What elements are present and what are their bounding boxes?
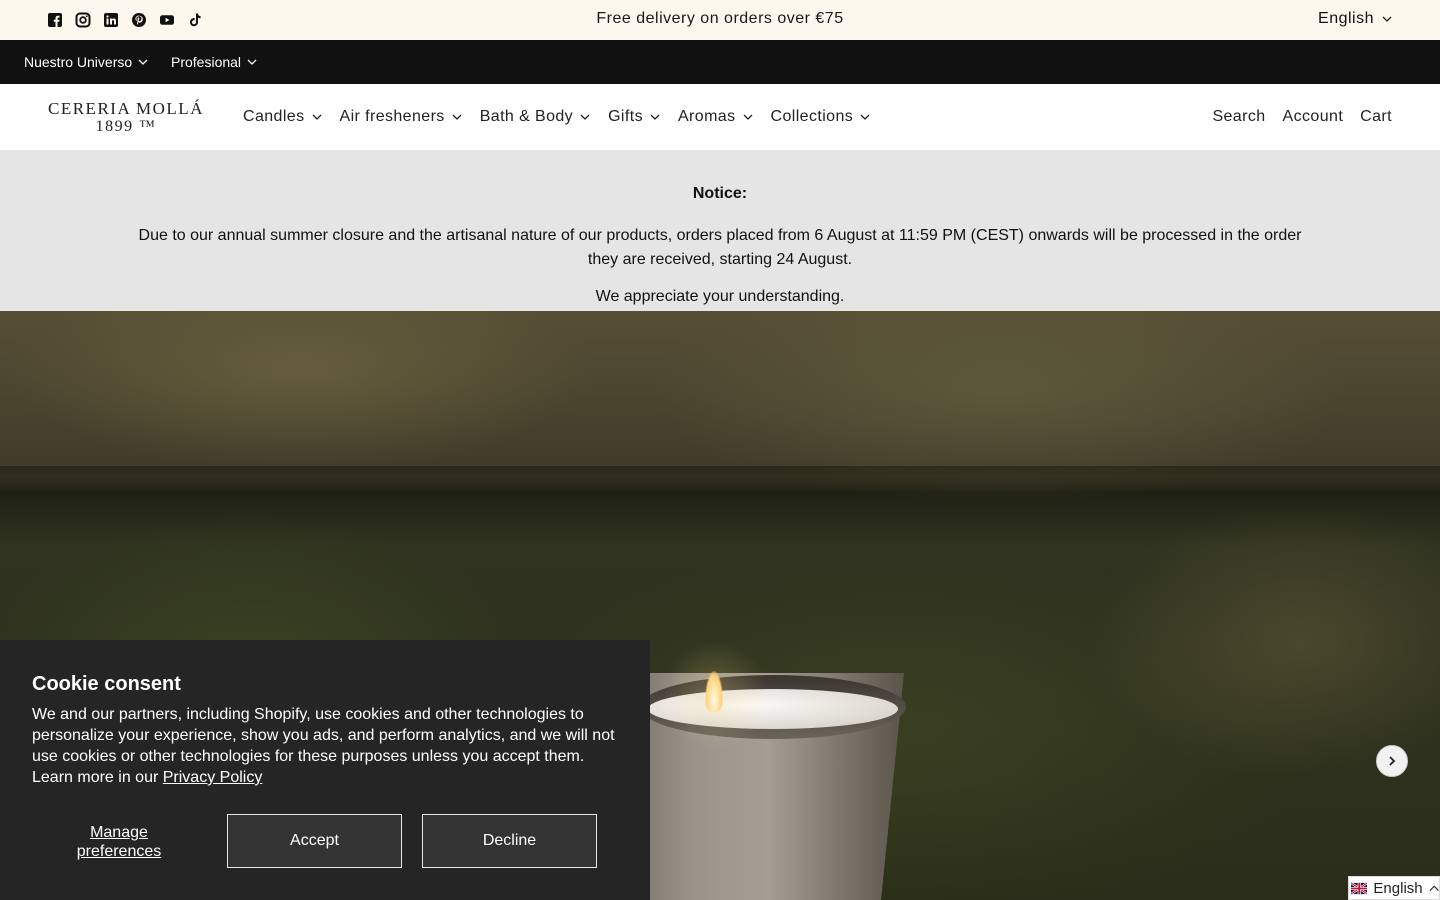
cookie-title: Cookie consent bbox=[32, 673, 181, 695]
notice-thanks: We appreciate your understanding. bbox=[595, 288, 845, 305]
secondary-nav: Nuestro Universo Profesional bbox=[0, 40, 1440, 84]
nav-aromas[interactable]: Aromas bbox=[678, 108, 753, 126]
uk-flag-icon bbox=[1351, 881, 1368, 895]
cookie-text: We and our partners, including Shopify, … bbox=[32, 704, 622, 788]
chevron-down-icon bbox=[452, 114, 462, 120]
logo-line-1: CERERIA MOLLÁ bbox=[48, 99, 204, 118]
nav-nuestro-universo[interactable]: Nuestro Universo bbox=[24, 54, 148, 70]
language-widget-label: English bbox=[1373, 879, 1423, 897]
cookie-description: We and our partners, including Shopify, … bbox=[32, 706, 615, 786]
nav-profesional[interactable]: Profesional bbox=[171, 54, 257, 70]
header-utilities: Search Account Cart bbox=[1212, 108, 1392, 126]
nav-label: Air fresheners bbox=[339, 108, 445, 125]
language-selector[interactable]: English bbox=[1318, 10, 1392, 28]
site-header: CERERIA MOLLÁ 1899 ™ Candles Air freshen… bbox=[0, 84, 1440, 151]
nav-collections[interactable]: Collections bbox=[771, 108, 871, 126]
chevron-right-icon bbox=[1389, 756, 1396, 766]
privacy-policy-link[interactable]: Privacy Policy bbox=[163, 769, 263, 786]
chevron-up-icon bbox=[1429, 885, 1439, 891]
chevron-down-icon bbox=[247, 59, 257, 65]
chevron-down-icon bbox=[650, 114, 660, 120]
nav-label: Collections bbox=[770, 108, 854, 125]
notice-body: Due to our annual summer closure and the… bbox=[138, 227, 1302, 268]
hero-image-ledge bbox=[0, 466, 1440, 496]
chevron-down-icon bbox=[580, 114, 590, 120]
manage-preferences-link[interactable]: Manage preferences bbox=[48, 823, 190, 861]
search-link[interactable]: Search bbox=[1212, 108, 1265, 126]
announcement-bar: Free delivery on orders over €75 English bbox=[0, 0, 1440, 40]
chevron-down-icon bbox=[743, 114, 752, 120]
chevron-down-icon bbox=[860, 114, 870, 120]
chevron-down-icon bbox=[312, 114, 321, 120]
notice-banner: Notice: Due to our annual summer closure… bbox=[0, 151, 1440, 311]
nav-gifts[interactable]: Gifts bbox=[608, 108, 660, 126]
nav-label: Aromas bbox=[677, 108, 736, 125]
notice-title: Notice: bbox=[692, 185, 748, 202]
cookie-consent-banner: Cookie consent We and our partners, incl… bbox=[0, 640, 650, 900]
nav-label: Bath & Body bbox=[479, 108, 574, 125]
account-link[interactable]: Account bbox=[1283, 108, 1344, 126]
nav-label: Nuestro Universo bbox=[24, 54, 133, 70]
nav-bath-body[interactable]: Bath & Body bbox=[480, 108, 590, 126]
language-switcher-widget[interactable]: English bbox=[1348, 876, 1440, 900]
nav-candles[interactable]: Candles bbox=[243, 108, 322, 126]
announcement-text: Free delivery on orders over €75 bbox=[596, 10, 844, 27]
language-label: English bbox=[1318, 10, 1374, 27]
logo-line-2: 1899 ™ bbox=[95, 118, 157, 135]
accept-button[interactable]: Accept bbox=[227, 814, 402, 868]
site-logo[interactable]: CERERIA MOLLÁ 1899 ™ bbox=[48, 100, 204, 136]
main-nav: Candles Air fresheners Bath & Body Gifts… bbox=[243, 108, 888, 126]
cart-link[interactable]: Cart bbox=[1360, 108, 1392, 126]
nav-label: Profesional bbox=[171, 54, 242, 70]
nav-label: Candles bbox=[243, 108, 305, 125]
chevron-down-icon bbox=[138, 59, 148, 65]
decline-button[interactable]: Decline bbox=[422, 814, 597, 868]
nav-label: Gifts bbox=[608, 108, 643, 125]
chevron-down-icon bbox=[1382, 16, 1392, 22]
nav-air-fresheners[interactable]: Air fresheners bbox=[340, 108, 462, 126]
next-slide-button[interactable] bbox=[1376, 745, 1408, 777]
